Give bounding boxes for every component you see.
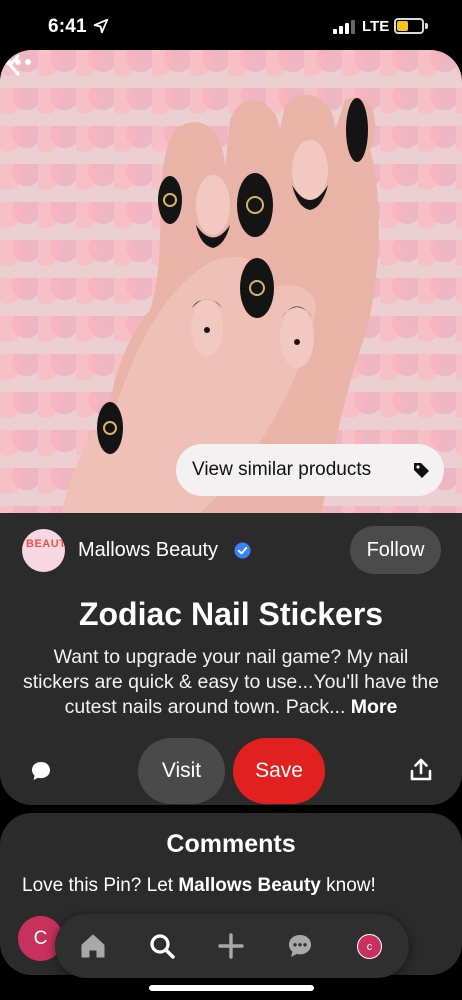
bottom-nav: c xyxy=(55,914,409,978)
status-time: 6:41 xyxy=(48,16,87,37)
comment-icon[interactable] xyxy=(30,760,52,782)
creator-name[interactable]: Mallows Beauty xyxy=(78,539,218,562)
verified-badge-icon xyxy=(234,542,251,559)
comments-prompt-prefix: Love this Pin? Let xyxy=(22,875,179,896)
battery-icon xyxy=(394,18,424,34)
more-dots-icon[interactable] xyxy=(0,50,36,74)
pin-card: View similar products BEAUTY Mallows Bea… xyxy=(0,50,462,805)
pin-title: Zodiac Nail Stickers xyxy=(78,596,384,632)
home-indicator xyxy=(149,985,314,991)
messages-icon[interactable] xyxy=(286,932,314,960)
tag-icon xyxy=(414,463,429,478)
signal-icon xyxy=(333,20,355,34)
more-link[interactable]: More xyxy=(351,696,398,718)
pin-image[interactable]: View similar products xyxy=(0,50,462,513)
pin-description: Want to upgrade your nail game? My nail … xyxy=(22,645,440,720)
view-similar-products-button[interactable]: View similar products xyxy=(176,444,444,496)
share-icon[interactable] xyxy=(410,758,432,782)
network-label: LTE xyxy=(362,18,390,35)
creator-avatar-logo: BEAUTY xyxy=(26,538,65,550)
comments-prompt-name: Mallows Beauty xyxy=(178,875,321,896)
creator-avatar[interactable]: BEAUTY xyxy=(22,529,65,572)
view-similar-label: View similar products xyxy=(192,459,372,480)
comments-title: Comments xyxy=(166,830,296,858)
comments-prompt: Love this Pin? Let Mallows Beauty know! xyxy=(22,875,376,897)
profile-avatar[interactable]: c xyxy=(357,934,382,959)
follow-button[interactable]: Follow xyxy=(350,526,441,574)
home-icon[interactable] xyxy=(79,932,107,960)
search-icon[interactable] xyxy=(148,932,176,960)
location-arrow-icon xyxy=(93,18,109,34)
plus-icon[interactable] xyxy=(217,932,245,960)
pin-action-row: Visit Save xyxy=(0,738,462,804)
status-bar: 6:41 LTE xyxy=(0,0,462,50)
creator-row: BEAUTY Mallows Beauty Follow xyxy=(0,526,462,576)
comments-prompt-suffix: know! xyxy=(320,875,376,896)
battery-tip xyxy=(425,23,428,29)
save-button[interactable]: Save xyxy=(233,738,325,804)
visit-button[interactable]: Visit xyxy=(138,738,225,804)
